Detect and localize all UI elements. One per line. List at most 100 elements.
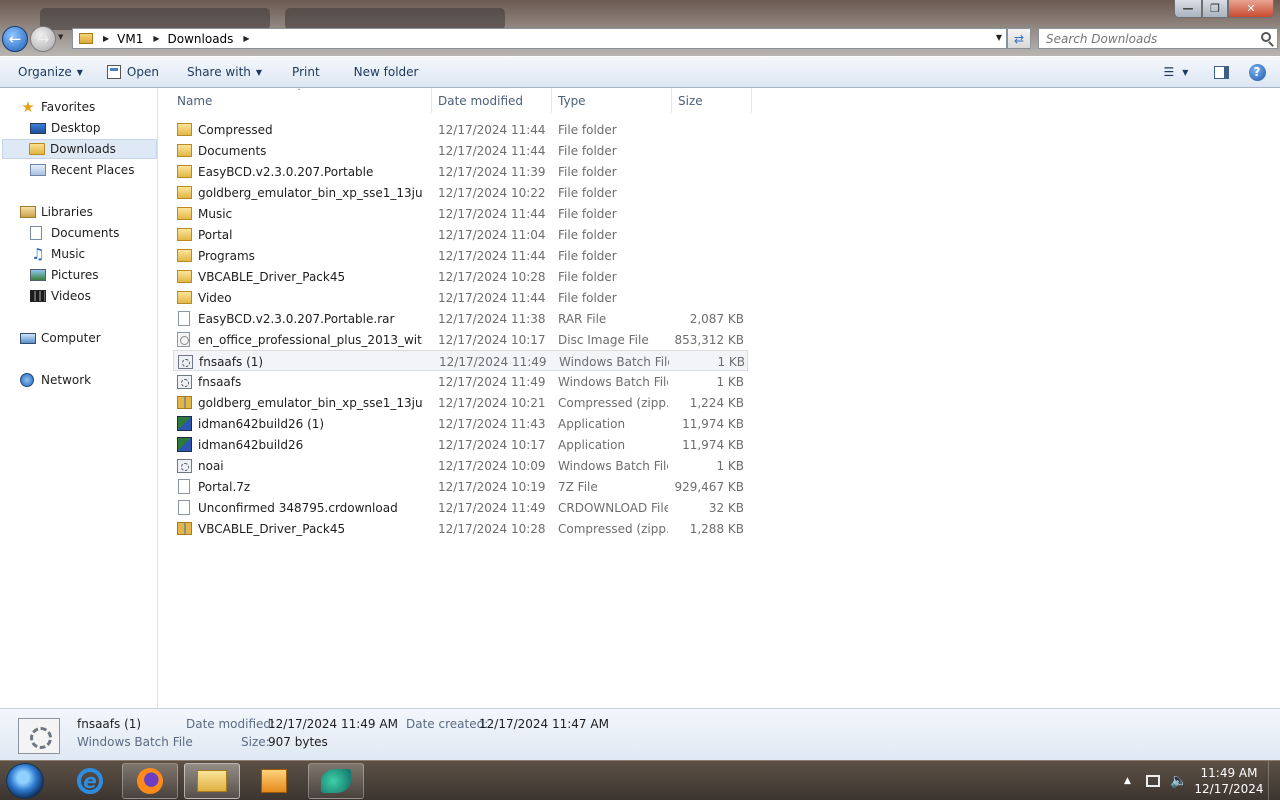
file-date-modified: 12/17/2024 10:09 ... <box>438 458 548 473</box>
taskbar-firefox[interactable] <box>122 763 178 799</box>
file-row[interactable]: Unconfirmed 348795.crdownload 12/17/2024 … <box>173 497 748 518</box>
show-hidden-icons-button[interactable]: ▲ <box>1124 761 1131 800</box>
file-row[interactable]: Portal.7z 12/17/2024 10:19 ... 7Z File 1,92… <box>173 476 748 497</box>
start-button[interactable] <box>6 763 44 799</box>
file-type: RAR File <box>558 311 607 326</box>
file-row[interactable]: VBCABLE_Driver_Pack45 12/17/2024 10:28 ..… <box>173 266 748 287</box>
folder-icon <box>177 144 192 157</box>
file-type: CRDOWNLOAD File <box>558 500 668 515</box>
file-row[interactable]: goldberg_emulator_bin_xp_sse1_13jul2020 1… <box>173 392 748 413</box>
breadcrumb-vm1[interactable]: VM1 <box>117 32 143 46</box>
search-box[interactable] <box>1038 28 1278 49</box>
breadcrumb-separator-icon[interactable]: ▶ <box>243 34 249 43</box>
preview-pane-button[interactable] <box>1210 61 1232 83</box>
details-size: 907 bytes <box>268 735 328 749</box>
nav-videos[interactable]: Videos <box>30 286 91 306</box>
change-view-button[interactable]: ☰ ▼ <box>1156 61 1196 83</box>
taskbar-media-player[interactable] <box>246 763 302 799</box>
file-row[interactable]: EasyBCD.v2.3.0.207.Portable.rar 12/17/202… <box>173 308 748 329</box>
file-type: Windows Batch File <box>558 374 668 389</box>
file-date-modified: 12/17/2024 11:49 ... <box>438 374 548 389</box>
taskbar-app-bird[interactable] <box>308 763 364 799</box>
forward-button[interactable]: → <box>30 26 56 52</box>
minimize-button[interactable]: — <box>1174 0 1202 18</box>
nav-network[interactable]: Network <box>20 370 91 390</box>
print-button[interactable]: Print <box>284 60 328 84</box>
file-icon-cell <box>177 455 193 476</box>
nav-downloads[interactable]: Downloads <box>2 139 157 159</box>
column-header-date-modified[interactable]: Date modified <box>432 88 552 113</box>
file-row[interactable]: en_office_professional_plus_2013_with_s.… <box>173 329 748 350</box>
share-with-button[interactable]: Share with ▼ <box>179 60 270 84</box>
network-tray-icon[interactable] <box>1146 761 1162 800</box>
search-icon[interactable] <box>1261 32 1271 42</box>
address-dropdown-icon[interactable]: ▼ <box>996 33 1002 42</box>
column-name-label: Name <box>177 93 213 108</box>
file-name: Video <box>198 290 232 305</box>
file-row[interactable]: Video 12/17/2024 11:44 ... File folder <box>173 287 748 308</box>
file-date-modified: 12/17/2024 11:44 ... <box>438 143 548 158</box>
new-folder-button[interactable]: New folder <box>346 60 427 84</box>
file-date-modified: 12/17/2024 11:04 ... <box>438 227 548 242</box>
file-row[interactable]: idman642build26 12/17/2024 10:17 ... Appli… <box>173 434 748 455</box>
nav-music-label: Music <box>51 247 86 261</box>
file-row[interactable]: goldberg_emulator_bin_xp_sse1_13jul2020 1… <box>173 182 748 203</box>
file-icon-cell <box>178 351 194 372</box>
breadcrumb-separator-icon[interactable]: ▶ <box>103 34 109 43</box>
address-bar[interactable]: ▶ VM1 ▶ Downloads ▶ ▼ <box>72 28 1007 49</box>
file-row[interactable]: fnsaafs 12/17/2024 11:49 ... Windows Batch… <box>173 371 748 392</box>
file-date-modified: 12/17/2024 11:44 ... <box>438 206 548 221</box>
file-row[interactable]: Compressed 12/17/2024 11:44 ... File folde… <box>173 119 748 140</box>
breadcrumb-separator-icon[interactable]: ▶ <box>153 34 159 43</box>
show-desktop-button[interactable] <box>1268 761 1280 800</box>
close-button[interactable]: ✕ <box>1228 0 1274 18</box>
help-icon: ? <box>1248 63 1266 81</box>
refresh-button[interactable]: ⇄ <box>1007 28 1031 49</box>
nav-desktop[interactable]: Desktop <box>30 118 101 138</box>
file-size <box>673 266 744 287</box>
taskbar-internet-explorer[interactable]: e <box>62 763 118 799</box>
column-header-type[interactable]: Type <box>552 88 672 113</box>
volume-icon[interactable]: 🔈 <box>1170 761 1187 800</box>
nav-pictures[interactable]: Pictures <box>30 265 99 285</box>
details-date-created-label: Date created: <box>406 717 489 731</box>
organize-button[interactable]: Organize ▼ <box>10 60 91 84</box>
back-button[interactable]: ← <box>2 26 28 52</box>
application-icon <box>177 437 192 452</box>
file-row[interactable]: Portal 12/17/2024 11:04 ... File folder <box>173 224 748 245</box>
maximize-button[interactable]: ❐ <box>1202 0 1228 18</box>
file-size: 1 KB <box>716 458 744 473</box>
file-row[interactable]: VBCABLE_Driver_Pack45 12/17/2024 10:28 ..… <box>173 518 748 539</box>
file-row[interactable]: noai 12/17/2024 10:09 ... Windows Batch Fi… <box>173 455 748 476</box>
recent-pages-dropdown[interactable]: ▼ <box>58 33 63 41</box>
file-row[interactable]: fnsaafs (1) 12/17/2024 11:49 ... Windows B… <box>173 350 748 371</box>
system-clock[interactable]: 11:49 AM 12/17/2024 <box>1192 765 1266 797</box>
internet-explorer-icon: e <box>77 768 103 794</box>
share-with-label: Share with <box>186 65 251 79</box>
file-type: Compressed (zipp... <box>558 395 668 410</box>
taskbar-windows-explorer[interactable] <box>184 763 240 799</box>
file-row[interactable]: EasyBCD.v2.3.0.207.Portable 12/17/2024 11… <box>173 161 748 182</box>
organize-label: Organize <box>18 65 72 79</box>
search-input[interactable] <box>1039 29 1249 48</box>
open-label: Open <box>126 65 159 79</box>
column-header-name[interactable]: Name <box>171 88 432 113</box>
nav-favorites[interactable]: ★ Favorites <box>20 97 95 117</box>
file-row[interactable]: idman642build26 (1) 12/17/2024 11:43 ... A… <box>173 413 748 434</box>
file-row[interactable]: Documents 12/17/2024 11:44 ... File folder <box>173 140 748 161</box>
nav-recent-places[interactable]: Recent Places <box>30 160 134 180</box>
downloads-folder-icon <box>29 143 45 155</box>
windows-explorer-icon <box>197 770 227 792</box>
nav-documents[interactable]: Documents <box>30 223 119 243</box>
file-icon-cell <box>177 182 193 203</box>
column-header-size[interactable]: Size <box>672 88 752 113</box>
nav-music[interactable]: ♫ Music <box>30 244 85 264</box>
file-row[interactable]: Music 12/17/2024 11:44 ... File folder <box>173 203 748 224</box>
nav-computer[interactable]: Computer <box>20 328 101 348</box>
open-button[interactable]: Open <box>99 60 167 84</box>
breadcrumb-downloads[interactable]: Downloads <box>168 32 234 46</box>
file-row[interactable]: Programs 12/17/2024 11:44 ... File folder <box>173 245 748 266</box>
nav-libraries[interactable]: Libraries <box>20 202 93 222</box>
help-button[interactable]: ? <box>1246 61 1268 83</box>
details-date-modified-label: Date modified: <box>186 717 276 731</box>
